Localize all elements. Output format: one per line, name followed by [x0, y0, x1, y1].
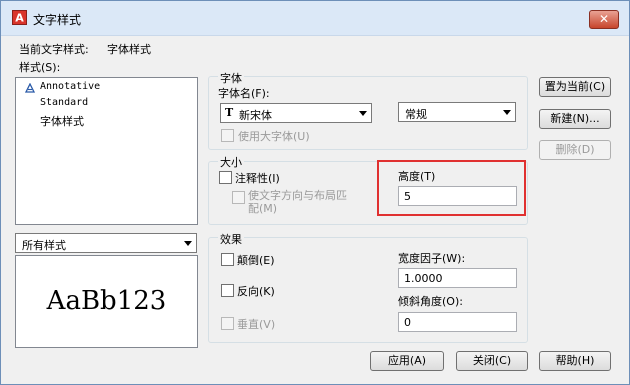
styles-filter-select[interactable]: 所有样式 — [15, 233, 197, 253]
width-factor-input[interactable]: 1.0000 — [398, 268, 517, 288]
oblique-angle-value: 0 — [404, 316, 411, 329]
chevron-down-icon — [184, 241, 192, 246]
oblique-angle-label: 倾斜角度(O): — [398, 295, 463, 308]
styles-list[interactable]: Annotative Standard 字体样式 — [15, 77, 198, 225]
use-big-font-label: 使用大字体(U) — [238, 130, 310, 143]
annotative-label: 注释性(I) — [235, 172, 280, 185]
font-group-label: 字体 — [218, 70, 244, 86]
font-name-select[interactable]: T 新宋体 — [220, 103, 372, 123]
oblique-angle-input[interactable]: 0 — [398, 312, 517, 332]
match-layout-label: 使文字方向与布局匹配(M) — [248, 189, 347, 215]
apply-button[interactable]: 应用(A) — [370, 351, 444, 371]
preview-box: AaBb123 — [15, 255, 198, 348]
current-style-value: 字体样式 — [107, 43, 151, 56]
title-bar: A 文字样式 ✕ — [1, 1, 629, 36]
styles-filter-value: 所有样式 — [22, 239, 66, 252]
style-item-annotative[interactable]: Annotative — [40, 81, 100, 92]
vertical-label: 垂直(V) — [237, 318, 276, 331]
size-group-label: 大小 — [218, 154, 244, 170]
close-window-button[interactable]: ✕ — [589, 10, 619, 29]
annotative-checkbox[interactable] — [219, 171, 232, 184]
styles-label: 样式(S): — [19, 61, 61, 74]
text-style-dialog: A 文字样式 ✕ 当前文字样式: 字体样式 样式(S): Annotative … — [0, 0, 630, 385]
annotative-icon — [25, 83, 35, 93]
help-button[interactable]: 帮助(H) — [539, 351, 611, 371]
set-current-button[interactable]: 置为当前(C) — [539, 77, 611, 97]
style-item-font-style[interactable]: 字体样式 — [40, 113, 84, 129]
match-layout-checkbox[interactable] — [232, 191, 245, 204]
backwards-label: 反向(K) — [237, 285, 275, 298]
chevron-down-icon — [503, 110, 511, 115]
style-item-standard[interactable]: Standard — [40, 97, 88, 108]
chevron-down-icon — [359, 111, 367, 116]
width-factor-label: 宽度因子(W): — [398, 252, 466, 265]
text-style-app-icon: A — [12, 10, 27, 25]
use-big-font-checkbox[interactable] — [221, 129, 234, 142]
close-button[interactable]: 关闭(C) — [456, 351, 528, 371]
preview-text: AaBb123 — [46, 286, 167, 316]
current-style-label: 当前文字样式: — [19, 43, 89, 56]
close-icon: ✕ — [598, 12, 610, 26]
delete-style-button[interactable]: 删除(D) — [539, 140, 611, 160]
width-factor-value: 1.0000 — [404, 272, 443, 285]
svg-text:A: A — [15, 12, 24, 25]
effects-group-label: 效果 — [218, 231, 244, 247]
upside-down-checkbox[interactable] — [221, 253, 234, 266]
vertical-checkbox[interactable] — [221, 317, 234, 330]
font-style-value: 常规 — [405, 108, 427, 121]
font-name-label: 字体名(F): — [218, 87, 270, 100]
truetype-font-icon: T — [225, 106, 234, 119]
new-style-button[interactable]: 新建(N)... — [539, 109, 611, 129]
font-style-select[interactable]: 常规 — [398, 102, 516, 122]
window-title: 文字样式 — [33, 13, 82, 27]
font-name-value: 新宋体 — [239, 109, 272, 122]
highlight-box — [377, 160, 526, 216]
backwards-checkbox[interactable] — [221, 284, 234, 297]
upside-down-label: 颠倒(E) — [237, 254, 275, 267]
